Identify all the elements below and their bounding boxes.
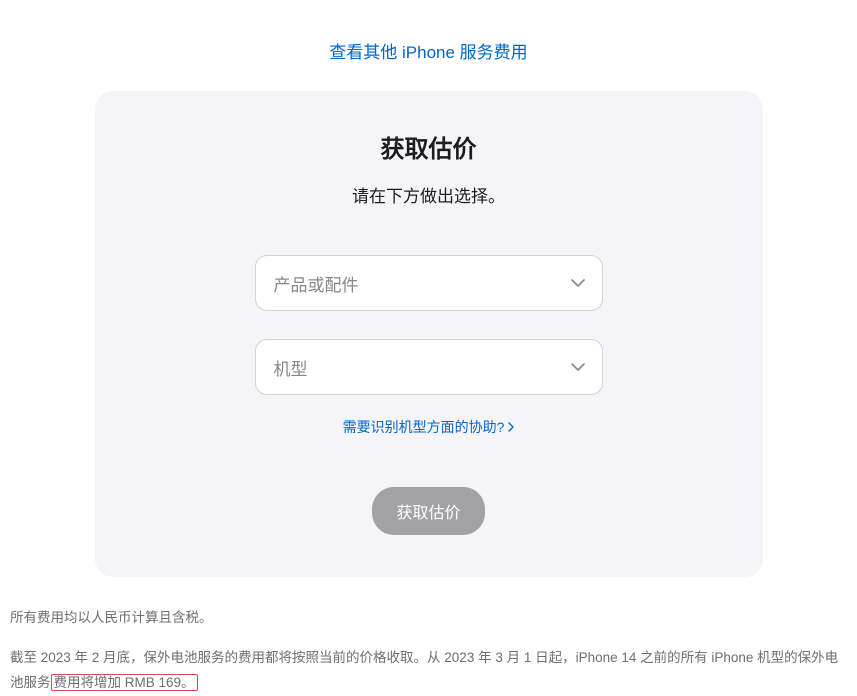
footnotes: 所有费用均以人民币计算且含税。 截至 2023 年 2 月底，保外电池服务的费用… bbox=[10, 605, 845, 696]
help-link-label: 需要识别机型方面的协助? bbox=[343, 417, 505, 437]
card-title: 获取估价 bbox=[95, 129, 763, 164]
get-estimate-button[interactable]: 获取估价 bbox=[372, 487, 484, 535]
footnote-price-increase: 截至 2023 年 2 月底，保外电池服务的费用都将按照当前的价格收取。从 20… bbox=[10, 645, 845, 696]
top-link-container: 查看其他 iPhone 服务费用 bbox=[0, 0, 857, 91]
card-subtitle: 请在下方做出选择。 bbox=[95, 182, 763, 207]
identify-model-link[interactable]: 需要识别机型方面的协助? bbox=[343, 417, 515, 437]
estimate-card: 获取估价 请在下方做出选择。 产品或配件 机型 需要识别机型方面的协助? 获取估… bbox=[95, 91, 763, 577]
help-link-container: 需要识别机型方面的协助? bbox=[95, 417, 763, 437]
other-services-link[interactable]: 查看其他 iPhone 服务费用 bbox=[329, 43, 527, 62]
model-select[interactable]: 机型 bbox=[255, 339, 603, 395]
model-select-wrap: 机型 bbox=[255, 339, 603, 395]
chevron-right-icon bbox=[508, 422, 514, 432]
product-select[interactable]: 产品或配件 bbox=[255, 255, 603, 311]
footnote-tax: 所有费用均以人民币计算且含税。 bbox=[10, 605, 845, 631]
product-select-wrap: 产品或配件 bbox=[255, 255, 603, 311]
footnote-price-highlight: 费用将增加 RMB 169。 bbox=[51, 674, 198, 691]
